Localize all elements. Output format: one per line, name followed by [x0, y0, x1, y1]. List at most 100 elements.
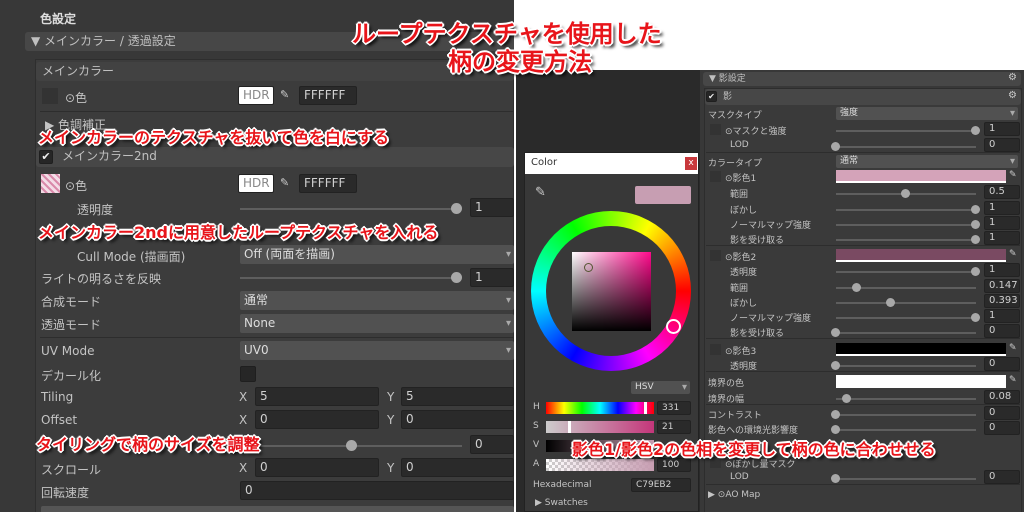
texture-slot[interactable] [710, 250, 721, 261]
slider-thumb[interactable] [568, 421, 571, 433]
gear-icon[interactable]: ⚙ [1008, 72, 1017, 83]
slider-thumb[interactable] [451, 203, 462, 214]
main-color-2nd-checkbox[interactable]: ✔ [39, 150, 53, 164]
reset-button[interactable] [41, 506, 514, 512]
row-value-field[interactable]: 1 [984, 216, 1020, 230]
offset-y-field[interactable]: 0 [401, 410, 514, 429]
uv-mode-dropdown[interactable]: UV0 [240, 341, 514, 360]
slider-thumb[interactable] [971, 220, 980, 229]
blend-mode-dropdown[interactable]: 通常 [240, 291, 514, 310]
row-slider[interactable] [836, 205, 980, 214]
row-value-field[interactable]: 1 [984, 201, 1020, 215]
eyedropper-icon[interactable]: ✎ [280, 176, 289, 189]
slider-thumb[interactable] [831, 328, 840, 337]
row-value-field[interactable]: 0.5 [984, 185, 1020, 199]
s-field[interactable]: 21 [657, 420, 691, 434]
row-value-field[interactable]: 0.393 [984, 294, 1020, 308]
row-slider[interactable] [836, 313, 980, 322]
row-value-field[interactable]: 0.147 [984, 279, 1020, 293]
row-dropdown[interactable]: 強度 [836, 107, 1018, 120]
saturation-value-square[interactable] [572, 252, 651, 331]
cull-mode-dropdown[interactable]: Off (両面を描画) [240, 245, 514, 264]
slider-thumb[interactable] [971, 235, 980, 244]
slider-thumb[interactable] [644, 402, 647, 414]
row-slider[interactable] [836, 189, 976, 198]
texture-slot[interactable] [710, 344, 721, 355]
sv-marker[interactable] [584, 263, 593, 272]
row-value-field[interactable]: 0 [984, 421, 1020, 435]
scroll-x-field[interactable]: 0 [255, 458, 379, 477]
tiling-y-field[interactable]: 5 [401, 387, 514, 406]
slider-thumb[interactable] [971, 313, 980, 322]
a-slider[interactable] [546, 459, 654, 471]
row-slider[interactable] [836, 126, 980, 135]
row-slider[interactable] [831, 474, 976, 483]
slider-thumb[interactable] [971, 267, 980, 276]
row-slider[interactable] [831, 142, 976, 151]
hue-marker[interactable] [666, 319, 681, 334]
row-slider[interactable] [831, 410, 976, 419]
eyedropper-icon[interactable]: ✎ [535, 185, 546, 200]
swatches-foldout[interactable]: ▶ Swatches [535, 498, 588, 508]
row-slider[interactable] [831, 328, 976, 337]
row-value-field[interactable]: 0 [984, 406, 1020, 420]
shadow-checkbox[interactable]: ✔ [706, 91, 717, 102]
loop-texture-thumbnail[interactable] [41, 174, 60, 193]
texture-slot[interactable] [710, 171, 721, 182]
eyedropper-icon[interactable]: ✎ [1009, 249, 1017, 259]
angle-slider[interactable] [240, 440, 462, 451]
row-slider[interactable] [836, 235, 980, 244]
rotation-field[interactable]: 0 [240, 481, 514, 500]
h-slider[interactable] [546, 402, 654, 414]
h-field[interactable]: 331 [657, 401, 691, 415]
texture-slot[interactable] [710, 124, 721, 135]
angle-value[interactable]: 0 [470, 435, 514, 454]
tiling-x-field[interactable]: 5 [255, 387, 379, 406]
color-swatch[interactable] [836, 343, 1006, 356]
alpha-mode-dropdown[interactable]: None [240, 314, 514, 333]
eyedropper-icon[interactable]: ✎ [280, 88, 289, 101]
hdr-color-field[interactable]: HDR [238, 86, 274, 105]
row-slider[interactable] [836, 394, 976, 403]
row-value-field[interactable]: 0 [984, 324, 1020, 338]
color-mode-dropdown[interactable]: HSV [631, 381, 690, 394]
light-value[interactable]: 1 [470, 268, 514, 287]
a-field[interactable]: 100 [657, 458, 691, 472]
eyedropper-icon[interactable]: ✎ [1009, 375, 1017, 385]
slider-thumb[interactable] [886, 298, 896, 307]
row-slider[interactable] [831, 425, 976, 434]
row-slider[interactable] [836, 220, 980, 229]
slider-thumb[interactable] [451, 272, 462, 283]
row-value-field[interactable]: 1 [984, 122, 1020, 136]
slider-thumb[interactable] [346, 440, 357, 451]
hdr-color-field-2nd[interactable]: HDR [238, 174, 274, 193]
eyedropper-icon[interactable]: ✎ [1009, 343, 1017, 353]
row-value-field[interactable]: 1 [984, 231, 1020, 245]
row-slider[interactable] [831, 361, 976, 370]
shadow-settings-foldout[interactable]: ▼ 影設定 [703, 72, 1021, 86]
scroll-y-field[interactable]: 0 [401, 458, 514, 477]
row-dropdown[interactable]: 通常 [836, 155, 1018, 168]
slider-thumb[interactable] [831, 474, 840, 483]
slider-thumb[interactable] [851, 283, 861, 292]
s-slider[interactable] [546, 421, 654, 433]
hex-input[interactable]: C79EB2 [631, 478, 691, 492]
gear-icon[interactable]: ⚙ [1008, 90, 1017, 101]
slider-thumb[interactable] [831, 410, 840, 419]
slider-thumb[interactable] [971, 205, 980, 214]
opacity-value[interactable]: 1 [470, 198, 514, 217]
decal-checkbox[interactable] [240, 366, 256, 382]
eyedropper-icon[interactable]: ✎ [1009, 170, 1017, 180]
slider-thumb[interactable] [831, 361, 840, 370]
row-value-field[interactable]: 0 [984, 357, 1020, 371]
row-value-field[interactable]: 1 [984, 263, 1020, 277]
opacity-slider[interactable] [240, 203, 462, 214]
slider-thumb[interactable] [831, 425, 840, 434]
color-swatch[interactable] [836, 170, 1006, 183]
row-slider[interactable] [836, 298, 976, 307]
row-value-field[interactable]: 0 [984, 138, 1020, 152]
hex-field[interactable]: FFFFFF [299, 86, 357, 105]
texture-slot[interactable] [42, 88, 58, 104]
hex-field-2nd[interactable]: FFFFFF [299, 174, 357, 193]
offset-x-field[interactable]: 0 [255, 410, 379, 429]
